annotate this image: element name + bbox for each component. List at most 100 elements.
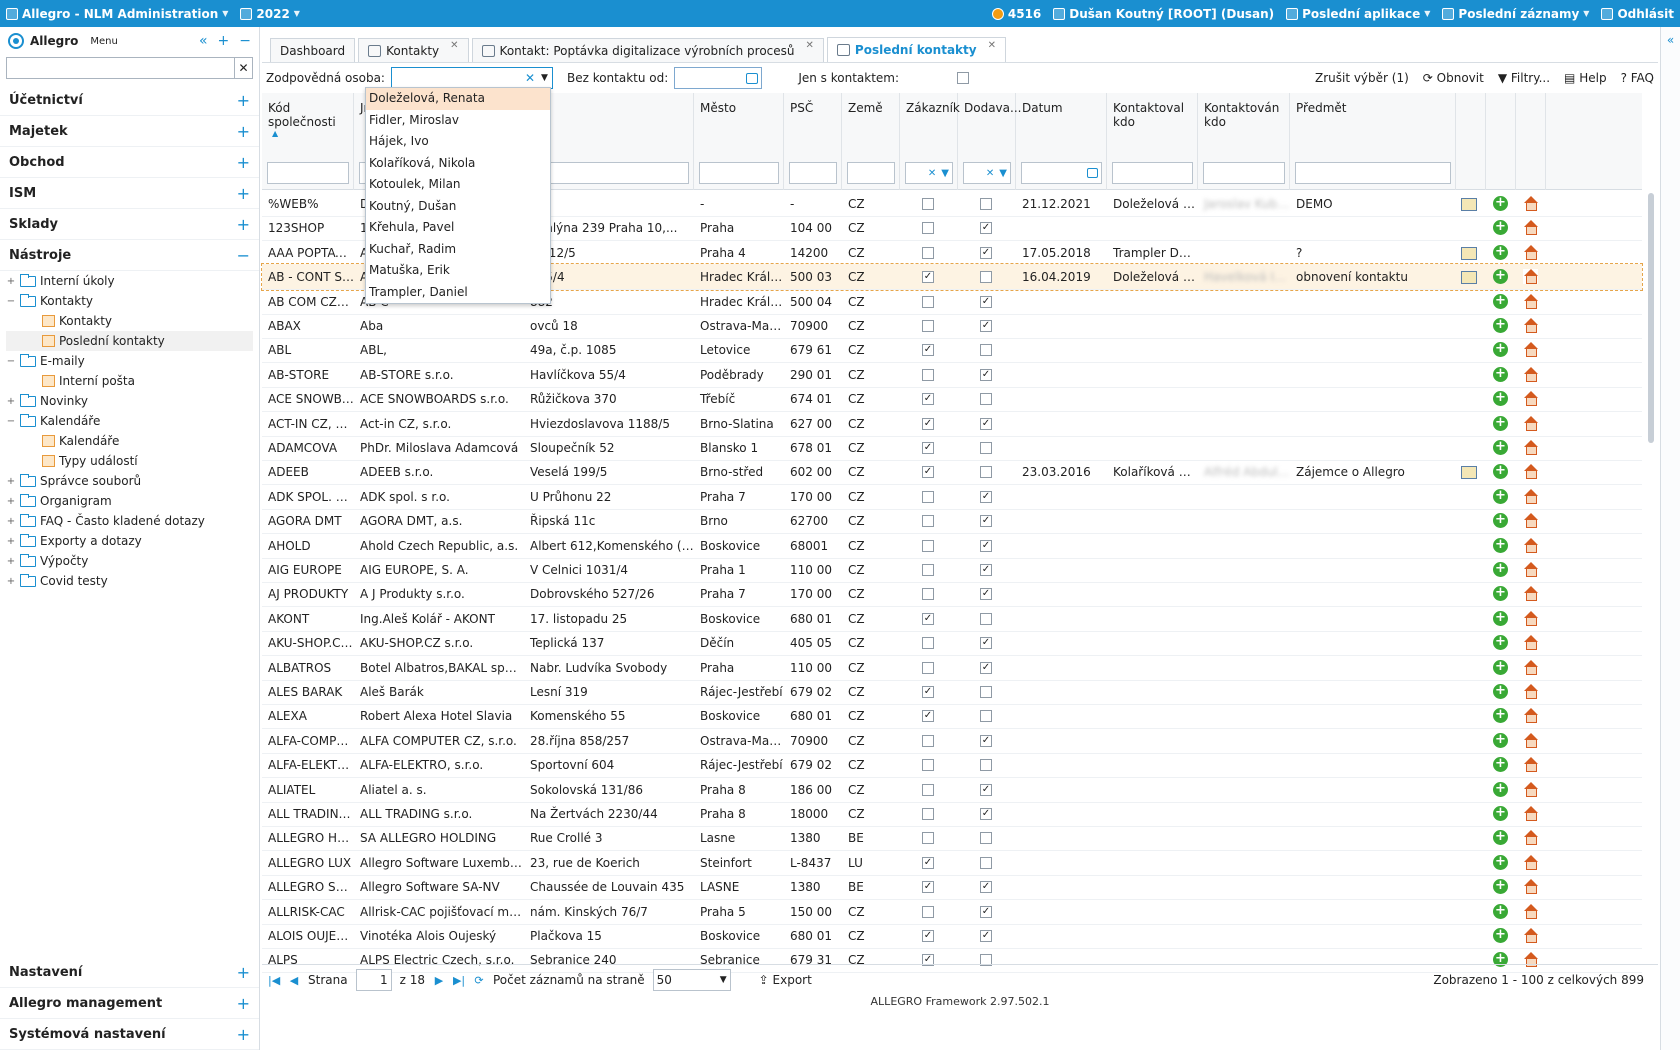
sidebar-section[interactable]: Systémová nastavení + [0,1019,259,1050]
dropdown-option[interactable]: Hájek, Ivo [366,131,550,153]
column-header[interactable]: Země [842,93,900,190]
minus-icon[interactable]: − [237,246,250,265]
dropdown-option[interactable]: Fidler, Miroslav [366,110,550,132]
dropdown-option[interactable]: Kotoulek, Milan [366,174,550,196]
sidebar-section[interactable]: Majetek + [0,116,259,147]
tree-item[interactable]: + Správce souborů [6,471,253,491]
table-row[interactable]: ACT-IN CZ, S.R... Act-in CZ, s.r.o. Hviezd… [262,411,1642,437]
vertical-scrollbar[interactable] [1646,191,1656,961]
expand-icon[interactable]: + [6,556,16,567]
table-row[interactable]: ALL TRADING S... ALL TRADING s.r.o. Na Žer… [262,801,1642,827]
add-icon[interactable]: + [1493,928,1508,943]
sidebar-section[interactable]: ISM + [0,178,259,209]
home-icon[interactable] [1523,610,1538,626]
tree-item[interactable]: Kalendáře [6,431,253,451]
clear-icon[interactable]: ✕ [525,71,535,85]
right-panel-toggle[interactable]: « [1660,27,1680,1050]
home-icon[interactable] [1523,879,1538,895]
tree-item[interactable]: − Kontakty [6,291,253,311]
next-page-icon[interactable]: ▶ [433,974,445,987]
column-header[interactable]: Kód společnosti ▲ [262,93,354,190]
table-row[interactable]: AGORA DMT AGORA DMT, a.s. Řipská 11c Brno 62… [262,508,1642,535]
note-icon[interactable] [1461,246,1477,260]
filters-button[interactable]: ▼ Filtry... [1498,71,1550,85]
column-filter-input[interactable] [1112,162,1193,184]
add-icon[interactable]: + [1493,781,1508,797]
plus-icon[interactable]: + [237,184,250,203]
add-icon[interactable]: + [1493,366,1508,382]
home-icon[interactable] [1523,440,1538,455]
column-header[interactable]: Dodava... ✕ ▼ [958,93,1021,190]
date-input[interactable] [674,67,763,89]
column-header[interactable]: Předmět [1290,93,1456,190]
per-page-select[interactable]: 50 ▼ [652,968,731,991]
expand-icon[interactable]: + [6,516,16,527]
table-row[interactable]: ALEXA Robert Alexa Hotel Slavia Komenského… [262,703,1642,730]
chevron-down-icon[interactable]: ▼ [999,168,1007,179]
recent-apps-menu[interactable]: Poslední aplikace ▼ [1280,7,1436,21]
plus-icon[interactable]: + [237,963,250,982]
add-icon[interactable]: + [1493,903,1508,919]
plus-icon[interactable]: + [237,1025,250,1044]
note-icon[interactable] [1461,466,1477,480]
add-icon[interactable]: + [1493,757,1508,773]
home-icon[interactable] [1523,220,1538,236]
column-filter-input[interactable] [1295,162,1451,184]
table-row[interactable]: AHOLD Ahold Czech Republic, a.s. Albert 61… [262,533,1642,559]
add-icon[interactable]: + [1493,220,1508,236]
expand-all-icon[interactable]: + [218,33,230,49]
plus-icon[interactable]: + [237,215,250,234]
sidebar-section[interactable]: Sklady + [0,209,259,240]
add-icon[interactable]: + [1493,244,1508,260]
add-icon[interactable]: + [1493,562,1508,577]
add-icon[interactable]: + [1493,830,1508,846]
table-row[interactable]: ALBATROS Botel Albatros,BAKAL spol. s r.o… [262,655,1642,681]
year-selector[interactable]: 2022 ▼ [234,7,306,21]
table-row[interactable]: ADK SPOL. S R.O. ADK spol. s r.o. U Průhon… [262,484,1642,510]
table-row[interactable]: ALFA-COMPUT... ALFA COMPUTER CZ, s.r.o. 28… [262,728,1642,754]
chevron-down-icon[interactable]: ▼ [941,168,949,179]
dropdown-option[interactable]: Kolaříková, Nikola [366,153,550,175]
sidebar-section[interactable]: Allegro management + [0,988,259,1019]
column-filter-input[interactable] [789,162,837,184]
dropdown-option[interactable]: Křehula, Pavel [366,217,550,239]
close-icon[interactable]: ✕ [450,40,458,51]
table-row[interactable]: AKU-SHOP.CZ ... AKU-SHOP.CZ s.r.o. Teplick… [262,630,1642,657]
home-icon[interactable] [1523,513,1538,529]
add-icon[interactable]: + [1493,684,1508,699]
expand-icon[interactable]: + [6,576,16,587]
close-icon[interactable]: ✕ [988,40,996,51]
column-filter-input[interactable] [267,162,349,184]
tree-item[interactable]: Poslední kontakty [6,331,253,351]
table-row[interactable]: AJ PRODUKTY A J Produkty s.r.o. Dobrovskéh… [262,581,1642,608]
close-icon[interactable]: ✕ [806,40,814,51]
expand-icon[interactable]: + [6,476,16,487]
home-icon[interactable] [1523,562,1538,577]
add-icon[interactable]: + [1493,440,1508,455]
scrollbar-thumb[interactable] [1648,193,1654,443]
column-filter-input[interactable] [1021,162,1102,184]
add-icon[interactable]: + [1493,659,1508,675]
table-row[interactable]: ALLRISK-CAC Allrisk-CAC pojišťovací maklé… [262,899,1642,925]
home-icon[interactable] [1523,830,1538,846]
logout-button[interactable]: Odhlásit [1595,7,1680,21]
tree-item[interactable]: Kontakty [6,311,253,331]
tree-item[interactable]: Typy událostí [6,451,253,471]
home-icon[interactable] [1523,488,1538,504]
sidebar-section[interactable]: Účetnictví + [0,85,259,116]
column-filter-input[interactable] [699,162,779,184]
home-icon[interactable] [1523,684,1538,699]
note-icon[interactable] [1461,271,1477,285]
plus-icon[interactable]: + [237,122,250,141]
home-icon[interactable] [1523,196,1538,211]
dropdown-option[interactable]: Matuška, Erik [366,260,550,282]
tree-item[interactable]: + Covid testy [6,571,253,591]
home-icon[interactable] [1523,269,1538,285]
column-filter-input[interactable]: ✕ ▼ [963,162,1011,184]
tree-item[interactable]: Interní pošta [6,371,253,391]
tree-item[interactable]: − E-maily [6,351,253,371]
add-icon[interactable]: + [1493,196,1508,211]
add-icon[interactable]: + [1493,464,1508,480]
collapse-icon[interactable]: − [6,296,16,307]
calendar-icon[interactable] [746,72,759,84]
